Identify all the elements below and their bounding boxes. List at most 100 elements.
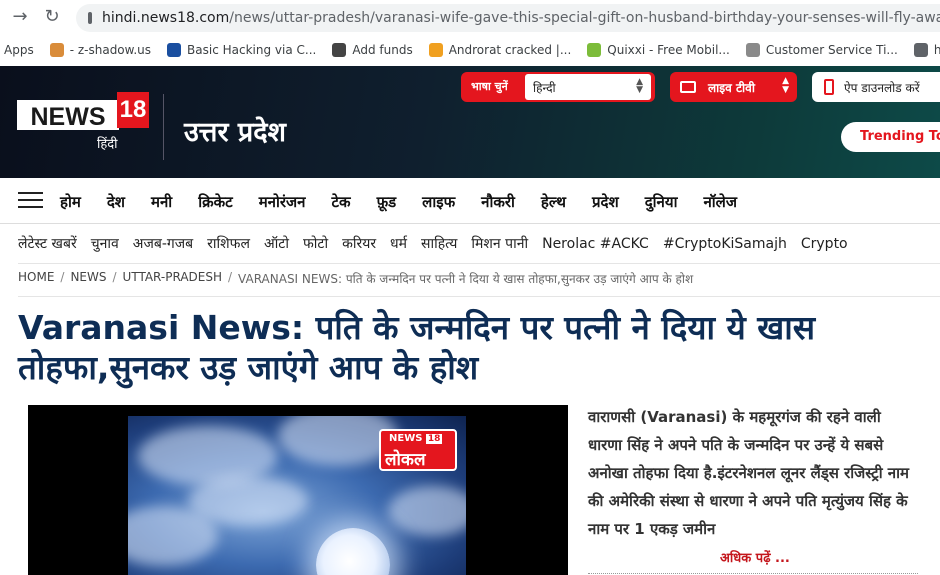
- language-selector[interactable]: भाषा चुनें हिन्दी ▲ ▼: [461, 72, 655, 102]
- video-thumbnail: NEWS 18 लोकल: [128, 416, 466, 575]
- sub-nav-item[interactable]: Crypto: [801, 236, 848, 252]
- badge-bottom: लोकल: [385, 450, 426, 470]
- breadcrumb-link[interactable]: UTTAR-PRADESH: [123, 270, 222, 287]
- bookmark-icon: [332, 43, 347, 57]
- bookmark-label: Apps: [4, 43, 34, 57]
- badge-num: 18: [425, 434, 443, 444]
- sub-nav-item[interactable]: धर्म: [390, 234, 407, 253]
- browser-toolbar: → ↻ hindi.news18.com/news/uttar-pradesh/…: [0, 0, 940, 36]
- sub-nav-item[interactable]: अजब-गजब: [133, 234, 193, 253]
- bookmarks-bar: Apps - z-shadow.us Basic Hacking via C... A…: [0, 36, 940, 64]
- bookmark-item[interactable]: Androrat cracked |...: [428, 43, 572, 57]
- section-title: उत्तर प्रदेश: [184, 117, 286, 148]
- breadcrumb-link[interactable]: NEWS: [70, 270, 106, 287]
- main-nav-item[interactable]: लाइफ: [422, 192, 455, 212]
- sub-nav-item[interactable]: Nerolac #ACKC: [542, 236, 649, 252]
- bookmark-label: Basic Hacking via C...: [187, 43, 317, 57]
- logo-number: 18: [117, 92, 149, 128]
- bookmark-label: Quixxi - Free Mobil...: [607, 43, 730, 57]
- bookmark-item[interactable]: - z-shadow.us: [49, 43, 152, 57]
- app-download-button[interactable]: ऐप डाउनलोड करें: [812, 72, 940, 102]
- main-nav-item[interactable]: टेक: [331, 192, 350, 212]
- main-nav-items: होम देश मनी क्रिकेट मनोरंजन टेक फ़ूड लाइफ नौकरी ह…: [60, 192, 763, 212]
- main-nav-item[interactable]: मनोरंजन: [259, 192, 306, 212]
- sub-nav-item[interactable]: करियर: [342, 234, 376, 253]
- site-header: NEWS 18 हिंदी उत्तर प्रदेश भाषा चुनें हि…: [0, 66, 940, 178]
- bookmark-item[interactable]: Basic Hacking via C...: [167, 43, 316, 57]
- bookmark-icon: [428, 43, 443, 57]
- bookmark-label: Add funds: [352, 43, 413, 57]
- sub-nav-item[interactable]: फोटो: [303, 234, 328, 253]
- language-label: भाषा चुनें: [471, 80, 508, 93]
- reload-icon[interactable]: ↻: [38, 6, 66, 27]
- sub-nav-item[interactable]: मिशन पानी: [471, 234, 528, 253]
- sub-nav-item[interactable]: ऑटो: [264, 234, 289, 253]
- select-arrows-icon: ▲ ▼: [782, 76, 789, 95]
- news18-logo[interactable]: NEWS 18 हिंदी: [17, 90, 149, 152]
- header-divider: [163, 94, 164, 160]
- bookmark-label: https://r2--...: [933, 43, 940, 57]
- news18-local-badge: NEWS 18 लोकल: [379, 429, 457, 471]
- sub-nav-item[interactable]: लेटेस्ट खबरें: [18, 234, 77, 253]
- main-nav-item[interactable]: नॉलेज: [703, 192, 737, 212]
- breadcrumb-link[interactable]: HOME: [18, 270, 54, 287]
- breadcrumb-separator: /: [112, 270, 117, 284]
- live-tv-button[interactable]: लाइव टीवी ▲ ▼: [670, 72, 797, 102]
- article-summary: वाराणसी (Varanasi) के महमूरगंज की रहने व…: [588, 408, 909, 538]
- bookmark-item[interactable]: Customer Service Ti...: [745, 43, 898, 57]
- bookmark-icon: [745, 43, 760, 57]
- bookmark-label: Androrat cracked |...: [448, 43, 572, 57]
- url-path: /news/uttar-pradesh/varanasi-wife-gave-t…: [229, 10, 940, 26]
- bookmark-item[interactable]: Add funds: [332, 43, 413, 57]
- main-nav-item[interactable]: मनी: [151, 192, 172, 212]
- hamburger-menu-icon[interactable]: [18, 192, 43, 210]
- main-nav: होम देश मनी क्रिकेट मनोरंजन टेक फ़ूड लाइफ नौकरी ह…: [0, 180, 940, 224]
- sub-nav-item[interactable]: साहित्य: [421, 234, 457, 253]
- divider: [18, 296, 940, 297]
- main-nav-item[interactable]: नौकरी: [481, 192, 515, 212]
- select-arrows-icon: ▲ ▼: [636, 77, 643, 95]
- bookmark-icon: [913, 43, 928, 57]
- url-host: hindi.news18.com: [102, 10, 230, 26]
- video-player[interactable]: NEWS 18 लोकल: [28, 405, 568, 575]
- main-nav-item[interactable]: क्रिकेट: [198, 192, 233, 212]
- sub-nav-item[interactable]: चुनाव: [91, 234, 119, 253]
- language-select[interactable]: हिन्दी ▲ ▼: [525, 74, 651, 100]
- badge-top: NEWS: [389, 433, 423, 444]
- bookmark-item[interactable]: Apps: [4, 43, 34, 57]
- breadcrumb-separator: /: [228, 270, 233, 284]
- read-more-link[interactable]: अधिक पढ़ें ...: [720, 548, 790, 566]
- main-nav-item[interactable]: देश: [107, 192, 125, 212]
- address-bar[interactable]: hindi.news18.com/news/uttar-pradesh/vara…: [76, 4, 940, 32]
- lock-icon: [88, 12, 92, 24]
- main-nav-item[interactable]: हेल्थ: [541, 192, 566, 212]
- breadcrumb: HOME / NEWS / UTTAR-PRADESH / VARANASI NEWS: प…: [18, 270, 938, 287]
- live-tv-label: लाइव टीवी: [708, 80, 755, 95]
- bookmark-item[interactable]: https://r2--...: [913, 43, 940, 57]
- forward-icon[interactable]: →: [6, 6, 34, 27]
- app-download-label: ऐप डाउनलोड करें: [844, 80, 920, 95]
- breadcrumb-current: VARANASI NEWS: पति के जन्मदिन पर पत्नी न…: [238, 272, 694, 286]
- moon-image: [316, 528, 390, 575]
- phone-icon: [824, 79, 834, 95]
- logo-text: NEWS: [17, 100, 119, 131]
- article-headline: Varanasi News: पति के जन्मदिन पर पत्नी न…: [18, 308, 816, 387]
- divider: [588, 573, 918, 574]
- sub-nav-item[interactable]: #CryptoKiSamajh: [663, 236, 787, 252]
- bookmark-icon: [49, 43, 64, 57]
- sub-nav-item[interactable]: राशिफल: [207, 234, 250, 253]
- main-nav-item[interactable]: दुनिया: [645, 192, 678, 212]
- bookmark-label: - z-shadow.us: [69, 43, 152, 57]
- bookmark-item[interactable]: Quixxi - Free Mobil...: [587, 43, 730, 57]
- tv-icon: [680, 81, 696, 93]
- logo-sub: हिंदी: [97, 137, 118, 152]
- main-nav-item[interactable]: प्रदेश: [592, 192, 619, 212]
- bookmark-icon: [167, 43, 182, 57]
- bookmark-label: Customer Service Ti...: [765, 43, 898, 57]
- breadcrumb-separator: /: [60, 270, 65, 284]
- bookmark-icon: [587, 43, 602, 57]
- language-value: हिन्दी: [533, 81, 556, 95]
- trending-topics-button[interactable]: Trending Topics: [841, 122, 940, 152]
- main-nav-item[interactable]: होम: [60, 192, 81, 212]
- main-nav-item[interactable]: फ़ूड: [377, 192, 397, 212]
